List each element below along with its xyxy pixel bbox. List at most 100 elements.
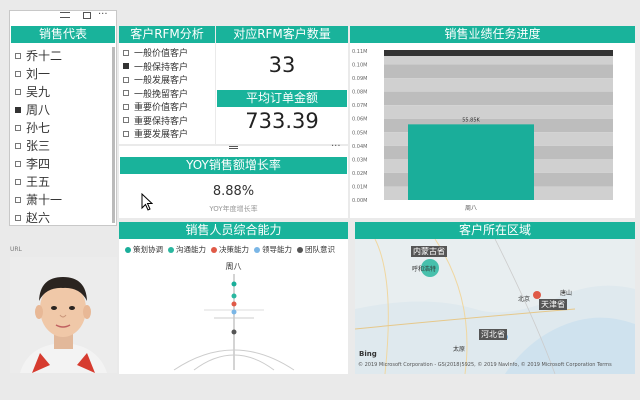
radar-point-communication[interactable]: [231, 293, 237, 299]
progress-chart: 0.11M 0.10M 0.09M 0.08M 0.07M 0.06M 0.05M 0.04M…: [352, 49, 613, 212]
rep-item[interactable]: 周八: [15, 101, 50, 118]
rep-list-scrollbar[interactable]: [112, 47, 115, 223]
rfm-panel: 客户RFM分析 一般价值客户 一般保持客户 一般发展客户 一般挽留客户 重要价值客户 重要…: [119, 26, 215, 144]
rfm-count-card: 对应RFM客户数量 33 平均订单金额 733.39: [216, 26, 348, 144]
checkbox-icon[interactable]: [15, 106, 21, 113]
legend-item[interactable]: 团队意识: [297, 244, 335, 255]
rep-item[interactable]: 乔十二: [15, 47, 62, 64]
yoy-more-options-icon[interactable]: ···: [331, 141, 341, 152]
rfm-count-value: 33: [268, 53, 296, 77]
legend-item[interactable]: 策划协调: [125, 244, 163, 255]
rfm-item-label: 重要发展客户: [134, 130, 189, 140]
checkbox-icon[interactable]: [15, 70, 21, 77]
checkbox-icon[interactable]: [15, 88, 21, 95]
progress-band: [384, 105, 613, 119]
rep-item[interactable]: 刘一: [15, 65, 50, 82]
progress-bar[interactable]: [408, 124, 534, 200]
checkbox-icon[interactable]: [123, 76, 129, 83]
avg-order-title: 平均订单金额: [217, 90, 347, 107]
y-tick-label: 0.05M: [352, 130, 367, 136]
legend-item[interactable]: 领导能力: [254, 244, 292, 255]
radar-chart: [173, 274, 295, 371]
rfm-item[interactable]: 重要价值客户: [123, 100, 188, 113]
legend-label: 领导能力: [262, 245, 292, 254]
checkbox-icon[interactable]: [15, 124, 21, 131]
progress-panel: 销售业绩任务进度 0.11M 0.10M 0.09M 0.08M 0.07M 0.06M 0…: [350, 26, 635, 218]
rep-item[interactable]: 孙七: [15, 119, 50, 136]
rep-item-label: 李四: [26, 157, 51, 171]
rep-item-label: 萧十一: [26, 193, 63, 207]
y-tick-label: 0.10M: [352, 63, 367, 69]
rfm-item[interactable]: 一般保持客户: [123, 60, 188, 73]
map-label-ts: 唐山: [560, 290, 573, 297]
progress-title: 销售业绩任务进度: [350, 26, 635, 43]
map-label-ty: 太原: [453, 346, 466, 353]
map-pin-bj[interactable]: [533, 291, 541, 299]
region-map[interactable]: [355, 239, 635, 374]
checkbox-icon[interactable]: [15, 142, 21, 149]
checkbox-icon[interactable]: [15, 52, 21, 59]
progress-band: [384, 78, 613, 92]
legend-dot-icon: [297, 246, 303, 253]
checkbox-icon[interactable]: [15, 178, 21, 185]
bar-value-label: 55.85K: [462, 117, 480, 123]
rfm-item-label: 重要价值客户: [134, 103, 189, 113]
yoy-value: 8.88%: [212, 184, 255, 199]
bing-logo: Bing: [359, 350, 377, 358]
legend-item[interactable]: 沟通能力: [168, 244, 206, 255]
rfm-item-label: 一般保持客户: [134, 62, 189, 73]
map-label-bj: 北京: [518, 296, 531, 303]
rfm-item[interactable]: 一般挽留客户: [123, 87, 188, 100]
target-bar[interactable]: [384, 50, 613, 56]
ability-panel: 销售人员综合能力 策划协调 沟通能力 决策能力 领导能力 团队意识 周八: [119, 222, 348, 374]
rep-item-label: 周八: [26, 103, 51, 117]
photo-label: URL: [10, 246, 22, 253]
y-tick-label: 0.03M: [352, 157, 367, 163]
radar-point-planning[interactable]: [231, 281, 237, 287]
radar-point-leadership[interactable]: [231, 309, 237, 315]
rfm-item-label: 一般挽留客户: [134, 89, 189, 100]
checkbox-icon[interactable]: [123, 49, 129, 56]
radar-point-teamwork[interactable]: [231, 329, 237, 335]
y-tick-label: 0.09M: [352, 76, 367, 82]
more-options-icon[interactable]: ···: [98, 9, 108, 20]
rep-item-label: 张三: [26, 139, 51, 153]
y-tick-label: 0.04M: [352, 144, 367, 150]
yoy-resize-handle[interactable]: [229, 146, 238, 149]
map-label-hhht: 呼和浩特: [412, 266, 437, 273]
rep-item-label: 王五: [26, 175, 51, 189]
sales-rep-photo: [10, 257, 117, 373]
checkbox-icon[interactable]: [15, 160, 21, 167]
checkbox-icon[interactable]: [123, 103, 129, 110]
radar-point-decision[interactable]: [231, 301, 237, 307]
checkbox-icon[interactable]: [123, 63, 129, 69]
portrait-image: [10, 257, 117, 373]
rfm-item[interactable]: 重要保持客户: [123, 114, 188, 127]
checkbox-icon[interactable]: [15, 214, 21, 221]
rep-item[interactable]: 赵六: [15, 209, 50, 226]
legend-dot-icon: [168, 246, 174, 253]
rfm-item-label: 一般价值客户: [134, 49, 189, 59]
checkbox-icon[interactable]: [123, 130, 129, 137]
drag-handle-icon[interactable]: [60, 12, 70, 18]
checkbox-icon[interactable]: [15, 196, 21, 203]
rfm-item[interactable]: 一般发展客户: [123, 73, 188, 86]
rep-item-label: 吴九: [26, 85, 51, 99]
rep-item[interactable]: 王五: [15, 173, 50, 190]
checkbox-icon[interactable]: [123, 90, 129, 96]
rep-slicer: ··· 销售代表 乔十二 刘一 吴九 周八 孙七 张三 李四 王五 萧十一 赵六: [9, 9, 117, 226]
region-panel: 客户所在区域 内蒙古省 呼和浩特 北京 天津省 唐山 河北省 太原 Bing ©…: [355, 222, 635, 374]
rfm-item[interactable]: 重要发展客户: [123, 127, 188, 140]
focus-mode-icon[interactable]: [83, 12, 91, 19]
x-category-label: 周八: [465, 205, 477, 212]
map-copyright: © 2019 Microsoft Corporation - GS(2018)5…: [358, 362, 612, 368]
rfm-item[interactable]: 一般价值客户: [123, 46, 188, 59]
yoy-caption: YOY年度增长率: [209, 205, 258, 213]
ability-title: 销售人员综合能力: [119, 222, 348, 239]
rep-item[interactable]: 张三: [15, 137, 50, 154]
rep-item[interactable]: 吴九: [15, 83, 50, 100]
rep-item[interactable]: 李四: [15, 155, 50, 172]
legend-item[interactable]: 决策能力: [211, 244, 249, 255]
checkbox-icon[interactable]: [123, 117, 129, 123]
rep-item[interactable]: 萧十一: [15, 191, 62, 208]
